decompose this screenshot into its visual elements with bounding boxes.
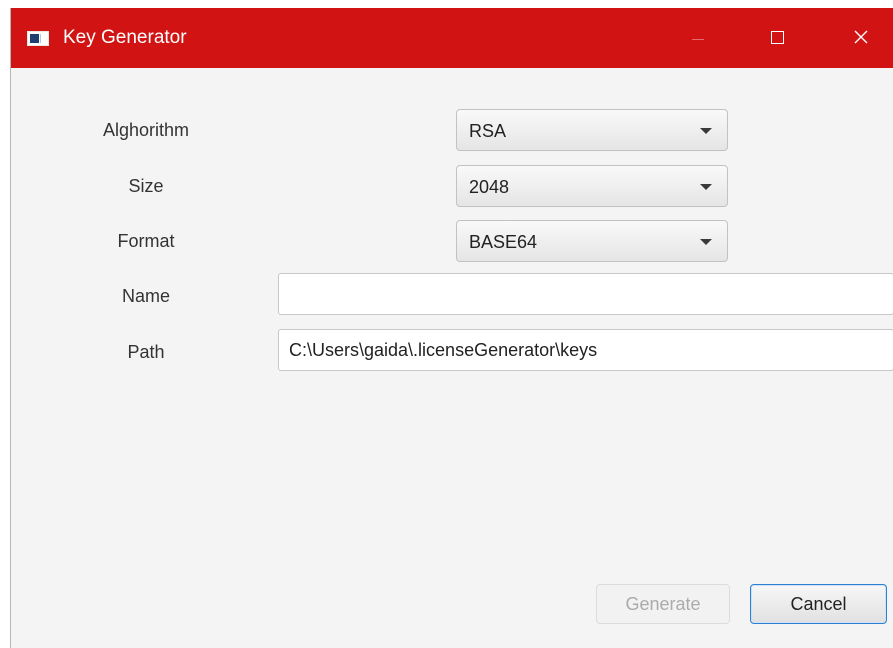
- algorithm-label: Alghorithm: [102, 120, 190, 140]
- size-label: Size: [128, 176, 164, 196]
- format-label: Format: [117, 231, 175, 251]
- chevron-down-icon: [700, 239, 712, 245]
- maximize-icon: [771, 31, 784, 44]
- algorithm-select-value: RSA: [469, 121, 507, 141]
- generate-button[interactable]: Generate: [596, 584, 730, 624]
- close-button[interactable]: [837, 8, 883, 68]
- format-select-value: BASE64: [469, 232, 538, 252]
- minimize-button[interactable]: [674, 8, 720, 68]
- maximize-button[interactable]: [754, 8, 800, 68]
- name-field[interactable]: [278, 273, 893, 315]
- format-select[interactable]: BASE64: [456, 220, 728, 262]
- chevron-down-icon: [700, 184, 712, 190]
- algorithm-select[interactable]: RSA: [456, 109, 728, 151]
- window-title: Key Generator: [63, 27, 187, 48]
- name-label: Name: [121, 286, 170, 306]
- key-generator-window: Key Generator Alghorithm RSA Size 2048 F…: [10, 8, 893, 648]
- minimize-icon: [692, 39, 704, 40]
- path-field[interactable]: [278, 329, 893, 371]
- app-icon: [27, 31, 49, 46]
- chevron-down-icon: [700, 128, 712, 134]
- size-select-value: 2048: [469, 177, 510, 197]
- size-select[interactable]: 2048: [456, 165, 728, 207]
- path-label: Path: [127, 342, 165, 362]
- cancel-button[interactable]: Cancel: [750, 584, 887, 624]
- close-icon: [854, 30, 868, 44]
- title-bar[interactable]: Key Generator: [11, 8, 893, 68]
